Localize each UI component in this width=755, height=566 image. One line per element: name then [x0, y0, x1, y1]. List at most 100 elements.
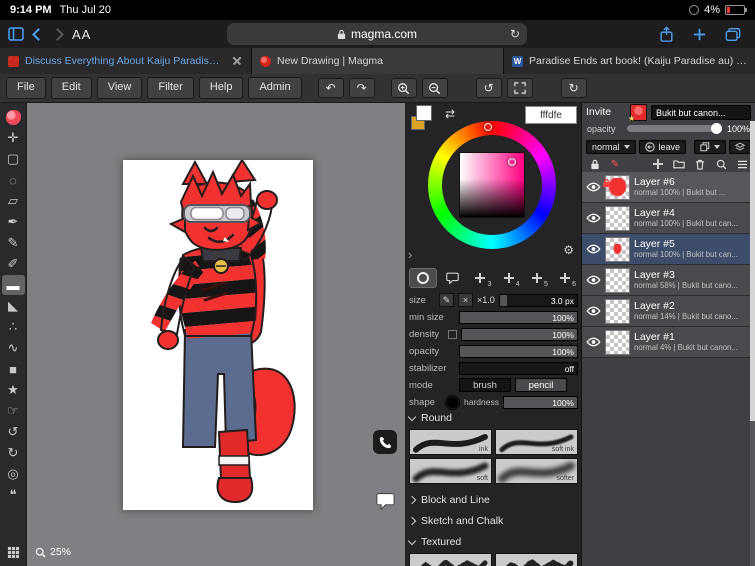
density-checkbox[interactable]	[448, 329, 457, 339]
magma-logo-icon[interactable]	[2, 107, 25, 127]
hue-selector-dot[interactable]	[484, 123, 492, 131]
comment-tool[interactable]: ❝	[2, 485, 25, 505]
address-bar[interactable]: magma.com ↻	[227, 23, 527, 45]
marker-tool[interactable]: ✐	[2, 254, 25, 274]
redo-button[interactable]: ↷	[348, 78, 375, 98]
brush-slot-4[interactable]: 4	[496, 268, 522, 288]
new-folder-button[interactable]	[671, 158, 687, 171]
layer-visibility-toggle[interactable]	[585, 337, 601, 347]
brush-preset-rough[interactable]: rough	[409, 553, 492, 566]
hex-color-input[interactable]	[525, 106, 577, 124]
density-slider[interactable]: 100%	[461, 327, 578, 341]
menu-admin[interactable]: Admin	[248, 77, 302, 99]
menu-edit[interactable]: Edit	[50, 77, 92, 99]
add-layer-button[interactable]	[650, 158, 666, 171]
brush-slot-comment[interactable]	[439, 268, 465, 288]
mode-pencil-button[interactable]: pencil	[515, 378, 567, 392]
size-pencil-toggle[interactable]: ✎	[439, 293, 454, 307]
zoom-indicator[interactable]: 25%	[35, 546, 71, 558]
canvas-area[interactable]: 25%	[27, 103, 405, 566]
brush-slot-5[interactable]: 5	[524, 268, 550, 288]
section-sketch-and-chalk[interactable]: Sketch and Chalk	[407, 512, 578, 530]
layer-visibility-toggle[interactable]	[585, 306, 601, 316]
user-name[interactable]: Bukit but canon...	[651, 104, 751, 120]
fullscreen-button[interactable]	[506, 78, 533, 98]
layers-scrollbar[interactable]	[750, 121, 755, 566]
menu-file[interactable]: File	[6, 77, 46, 99]
swap-colors-icon[interactable]: ⇄	[445, 107, 455, 121]
layer-opacity-slider[interactable]	[627, 123, 722, 134]
grid-menu-icon[interactable]	[2, 542, 25, 562]
layers-menu-button[interactable]	[734, 158, 750, 171]
undo-tool[interactable]: ↺	[2, 422, 25, 442]
stabilizer-slider[interactable]: off	[459, 361, 578, 375]
tab-new-drawing[interactable]: New Drawing | Magma	[252, 48, 503, 74]
fill-tool[interactable]: ◣	[2, 296, 25, 316]
zoom-in-button[interactable]	[390, 78, 417, 98]
user-avatar[interactable]: ★	[628, 103, 647, 123]
layer-visibility-toggle[interactable]	[585, 244, 601, 254]
duplicate-layer-button[interactable]	[694, 139, 726, 154]
color-swatches[interactable]	[411, 105, 443, 137]
draw-permission-button[interactable]: ✎	[607, 158, 623, 171]
airbrush-tool[interactable]: ∴	[2, 317, 25, 337]
brush-slot-3[interactable]: 3	[467, 268, 493, 288]
voice-call-button[interactable]	[373, 430, 397, 454]
brush-preset-rougher[interactable]: rougher	[495, 553, 578, 566]
new-tab-icon[interactable]	[692, 27, 707, 42]
layer-row-4[interactable]: Layer #4 normal 100% | Bukit but can...	[582, 203, 750, 234]
slider-thumb[interactable]	[711, 123, 722, 134]
forward-button[interactable]	[51, 27, 64, 41]
artboard[interactable]	[123, 158, 313, 510]
brush-preset-soft[interactable]: soft	[409, 458, 492, 484]
brush-preset-ink[interactable]: ink	[409, 429, 492, 455]
layer-visibility-toggle[interactable]	[585, 213, 601, 223]
layer-row-6[interactable]: Layer #6 normal 100% | Bukit but ...	[582, 172, 750, 203]
reload-icon[interactable]: ↻	[510, 27, 520, 41]
eraser-tool[interactable]: ▬	[1, 275, 25, 295]
tabs-icon[interactable]	[725, 27, 741, 42]
layer-row-5[interactable]: Layer #5 normal 100% | Bukit but can...	[582, 234, 750, 265]
shape-tool[interactable]: ■	[2, 359, 25, 379]
marquee-select-tool[interactable]: ▢	[2, 149, 25, 169]
primary-color-swatch[interactable]	[416, 105, 432, 121]
lock-layer-button[interactable]	[587, 158, 603, 171]
zoom-tool[interactable]: ◎	[2, 464, 25, 484]
size-slider[interactable]: 3.0 px	[498, 293, 578, 307]
layer-row-2[interactable]: Layer #2 normal 14% | Bukit but cano...	[582, 296, 750, 327]
tab-kaiju-wiki[interactable]: Discuss Everything About Kaiju Paradise …	[0, 48, 251, 74]
move-tool[interactable]: ✛	[2, 128, 25, 148]
undo-button[interactable]: ↶	[317, 78, 344, 98]
lasso-tool[interactable]: ◌	[2, 170, 25, 190]
sidebar-toggle-icon[interactable]	[8, 27, 24, 41]
leave-button[interactable]: leave	[638, 139, 687, 154]
reader-button[interactable]: AA	[72, 27, 91, 42]
blend-mode-dropdown[interactable]: normal	[586, 139, 636, 154]
transform-tool[interactable]: ▱	[2, 191, 25, 211]
star-tool[interactable]: ★	[2, 380, 25, 400]
hardness-slider[interactable]: 100%	[502, 395, 578, 409]
zoom-out-button[interactable]	[421, 78, 448, 98]
panel-options-button[interactable]	[729, 139, 751, 154]
refresh-canvas-button[interactable]: ↻	[560, 78, 587, 98]
tab-close-icon[interactable]	[231, 55, 243, 67]
brush-slot-6[interactable]: 6	[552, 268, 578, 288]
collapse-panel-icon[interactable]: ›	[408, 247, 412, 262]
layer-row-1[interactable]: Layer #1 normal 4% | Bukit but canon...	[582, 327, 750, 358]
size-x-toggle[interactable]: ×	[458, 293, 473, 307]
invite-button[interactable]: Invite	[586, 106, 611, 118]
menu-view[interactable]: View	[96, 77, 143, 99]
opacity-slider[interactable]: 100%	[459, 344, 578, 358]
mode-brush-button[interactable]: brush	[459, 378, 511, 392]
section-round[interactable]: Round	[407, 409, 578, 427]
share-icon[interactable]	[659, 26, 674, 42]
chat-button[interactable]	[373, 489, 397, 513]
brush-preset-soft-ink[interactable]: soft ink	[495, 429, 578, 455]
tab-art-book-doc[interactable]: W Paradise Ends art book! (Kaiju Paradis…	[504, 48, 755, 74]
layer-row-3[interactable]: Layer #3 normal 58% | Bukit but cano...	[582, 265, 750, 296]
hand-tool[interactable]: ☞	[2, 401, 25, 421]
min-size-slider[interactable]: 100%	[459, 310, 578, 324]
redo-tool[interactable]: ↻	[2, 443, 25, 463]
scrollbar-thumb[interactable]	[750, 121, 755, 421]
section-textured[interactable]: Textured	[407, 533, 578, 551]
